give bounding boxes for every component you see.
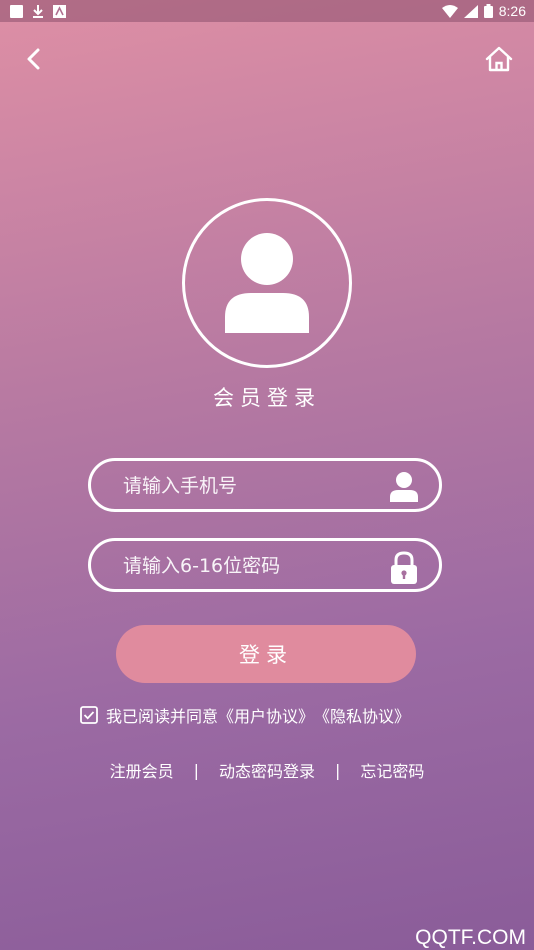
forgot-password-link[interactable]: 忘记密码 — [360, 758, 424, 782]
status-bar: 8:26 — [0, 0, 534, 22]
bottom-links: 注册会员 | 动态密码登录 | 忘记密码 — [0, 758, 534, 782]
app-notification-icon — [53, 4, 66, 18]
user-avatar-icon — [225, 233, 309, 333]
wifi-icon — [441, 4, 458, 18]
notification-icon — [10, 4, 23, 18]
lock-icon — [391, 551, 417, 584]
phone-field[interactable] — [88, 458, 442, 512]
home-button[interactable] — [484, 44, 514, 74]
user-protocol-link[interactable]: 《用户协议》 — [218, 703, 314, 727]
agreement-text: 我已阅读并同意 — [106, 707, 219, 726]
back-button[interactable] — [20, 44, 50, 74]
user-icon — [390, 472, 418, 502]
password-field[interactable] — [88, 538, 442, 592]
status-time: 8:26 — [498, 3, 526, 19]
watermark: QQTF.COM — [415, 926, 526, 949]
battery-icon — [483, 4, 493, 18]
chevron-left-icon — [27, 48, 40, 70]
login-button[interactable]: 登录 — [116, 625, 416, 683]
register-link[interactable]: 注册会员 — [110, 758, 174, 782]
agreement-row: 我已阅读并同意 《用户协议》 《隐私协议》 — [80, 703, 410, 727]
link-separator: | — [335, 760, 341, 780]
link-separator: | — [193, 760, 199, 780]
home-icon — [485, 46, 513, 72]
privacy-protocol-link[interactable]: 《隐私协议》 — [314, 703, 410, 727]
page-title: 会员登录 — [213, 386, 321, 410]
sms-login-link[interactable]: 动态密码登录 — [219, 758, 315, 782]
phone-input[interactable] — [121, 461, 375, 511]
signal-icon — [463, 4, 478, 18]
download-icon — [33, 5, 43, 18]
agreement-checkbox[interactable] — [80, 706, 98, 724]
avatar — [182, 198, 352, 368]
password-input[interactable] — [121, 541, 375, 591]
